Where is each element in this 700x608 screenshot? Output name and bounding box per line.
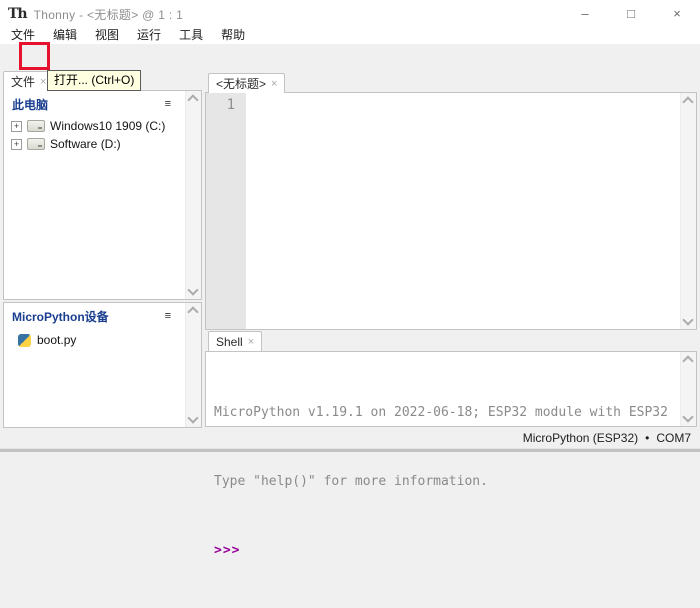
device-item-label: boot.py [37,333,76,347]
scroll-up-icon[interactable] [187,94,198,105]
files-tree: + Windows10 1909 (C:) + Software (D:) [4,115,201,153]
files-scrollbar[interactable] [185,91,201,299]
files-panel: 此电脑 ≡ + Windows10 1909 (C:) + Software (… [3,90,202,300]
device-item-bootpy[interactable]: boot.py [4,331,201,349]
menu-bar: 文件 编辑 视图 运行 工具 帮助 [0,28,700,44]
code-editor[interactable]: 1 [205,92,697,330]
window-controls: – □ × [562,0,700,28]
shell-panel[interactable]: MicroPython v1.19.1 on 2022-06-18; ESP32… [205,351,697,427]
shell-banner-line: MicroPython v1.19.1 on 2022-06-18; ESP32… [214,401,678,424]
open-tooltip: 打开... (Ctrl+O) [47,70,141,91]
close-button[interactable]: × [654,0,700,28]
menu-run[interactable]: 运行 [128,28,170,44]
status-bullet: • [645,431,649,445]
menu-help[interactable]: 帮助 [212,28,254,44]
tab-files-close-icon[interactable]: × [40,77,46,87]
menu-view[interactable]: 视图 [86,28,128,44]
toolbar: ✳ ↷ ↳ ↰ ▷ STOP [0,44,700,71]
status-bar: MicroPython (ESP32) • COM7 [0,428,700,448]
drive-icon [27,138,45,150]
line-number: 1 [227,97,235,113]
tree-item-label: Software (D:) [50,137,121,151]
tab-untitled-close-icon[interactable]: × [271,79,277,89]
tab-untitled[interactable]: <无标题> × [208,73,285,93]
scroll-up-icon[interactable] [187,306,198,317]
scroll-down-icon[interactable] [682,314,693,325]
scroll-down-icon[interactable] [682,411,693,422]
title-bar: Th Thonny - <无标题> @ 1 : 1 – □ × [0,0,700,28]
this-pc-label: 此电脑 [12,96,48,113]
port-status[interactable]: COM7 [656,431,691,445]
scroll-down-icon[interactable] [187,412,198,423]
editor-scrollbar[interactable] [680,93,696,329]
files-panel-menu-icon[interactable]: ≡ [165,99,171,110]
device-panel-header: MicroPython设备 ≡ [4,303,201,327]
device-panel-menu-icon[interactable]: ≡ [165,311,171,322]
tree-item-label: Windows10 1909 (C:) [50,119,165,133]
shell-prompt[interactable]: >>> [214,539,678,562]
tree-item-drive-c[interactable]: + Windows10 1909 (C:) [11,117,201,135]
tree-item-drive-d[interactable]: + Software (D:) [11,135,201,153]
maximize-button[interactable]: □ [608,0,654,28]
tab-shell-close-icon[interactable]: × [248,337,254,347]
shell-scrollbar[interactable] [680,352,696,426]
files-panel-header: 此电脑 ≡ [4,91,201,115]
menu-edit[interactable]: 编辑 [44,28,86,44]
annotation-highlight-box [19,42,50,70]
python-file-icon [18,334,31,347]
tab-shell-label: Shell [216,335,243,349]
shell-help-line: Type "help()" for more information. [214,470,678,493]
scroll-down-icon[interactable] [187,284,198,295]
window-title: Thonny - <无标题> @ 1 : 1 [34,6,184,23]
device-panel-label: MicroPython设备 [12,308,109,325]
tab-files-label: 文件 [11,73,35,90]
tab-untitled-label: <无标题> [216,75,266,92]
expander-icon[interactable]: + [11,121,22,132]
tab-shell[interactable]: Shell × [208,331,262,351]
minimize-button[interactable]: – [562,0,608,28]
scroll-up-icon[interactable] [682,96,693,107]
interpreter-status[interactable]: MicroPython (ESP32) [523,431,638,445]
expander-icon[interactable]: + [11,139,22,150]
thonny-logo-icon: Th [8,6,27,22]
line-number-gutter: 1 [206,93,246,329]
scroll-up-icon[interactable] [682,355,693,366]
device-scrollbar[interactable] [185,303,201,427]
shell-output: MicroPython v1.19.1 on 2022-06-18; ESP32… [206,352,696,608]
drive-icon [27,120,45,132]
menu-tools[interactable]: 工具 [170,28,212,44]
device-panel: MicroPython设备 ≡ boot.py [3,302,202,428]
